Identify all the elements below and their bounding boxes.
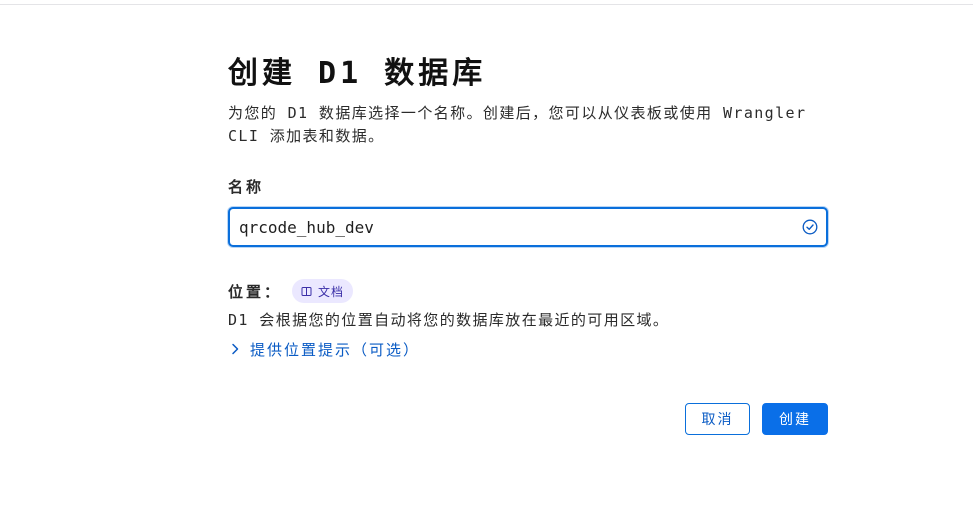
docs-badge[interactable]: 文档 xyxy=(292,279,354,303)
name-input-container[interactable] xyxy=(228,207,828,247)
location-row: 位置： 文档 xyxy=(228,279,830,303)
top-divider xyxy=(0,4,973,5)
check-circle-icon xyxy=(802,219,818,235)
name-input[interactable] xyxy=(239,209,799,245)
page-title: 创建 D1 数据库 xyxy=(228,56,487,91)
cancel-button[interactable]: 取消 xyxy=(685,403,750,435)
book-icon xyxy=(301,286,312,296)
create-database-panel: 创建 D1 数据库 为您的 D1 数据库选择一个名称。创建后，您可以从仪表板或使… xyxy=(228,52,830,360)
location-label: 位置： xyxy=(228,282,283,301)
location-hint-label: 提供位置提示（可选） xyxy=(250,340,421,359)
create-button[interactable]: 创建 xyxy=(762,403,828,435)
page-description: 为您的 D1 数据库选择一个名称。创建后，您可以从仪表板或使用 Wrangler… xyxy=(228,104,807,145)
location-description: D1 会根据您的位置自动将您的数据库放在最近的可用区域。 xyxy=(228,311,670,329)
location-hint-toggle[interactable]: 提供位置提示（可选） xyxy=(228,338,830,360)
docs-badge-label: 文档 xyxy=(318,284,345,299)
name-field-label: 名称 xyxy=(228,178,265,196)
chevron-right-icon xyxy=(232,343,239,355)
form-actions: 取消 创建 xyxy=(685,403,828,435)
